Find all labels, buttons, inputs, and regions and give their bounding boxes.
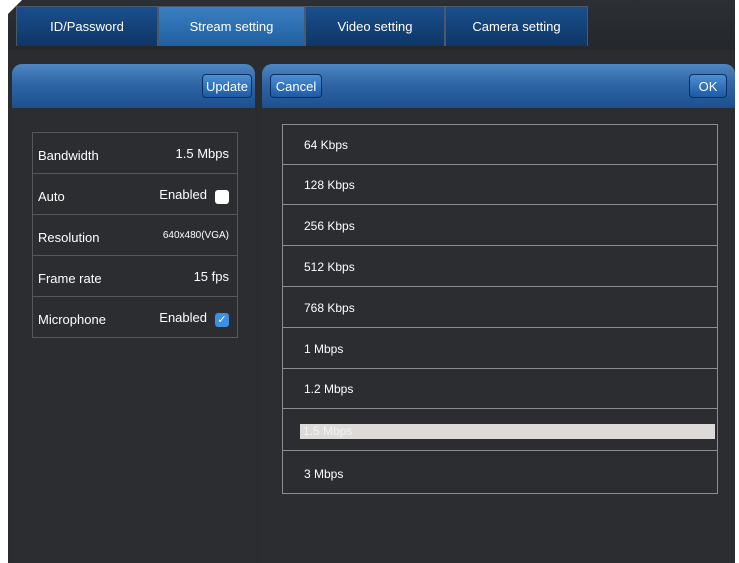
bitrate-option-label: 768 Kbps — [304, 301, 355, 315]
bitrate-option-label: 1 Mbps — [304, 342, 344, 356]
bitrate-option-label: 3 Mbps — [304, 467, 344, 481]
bitrate-option[interactable]: 1.2 Mbps — [283, 369, 717, 409]
bandwidth-label: Bandwidth — [38, 148, 99, 163]
bitrate-option[interactable]: 1 Mbps — [283, 329, 717, 369]
ok-button[interactable]: OK — [689, 74, 727, 98]
frame-rate-row[interactable]: Frame rate 15 fps — [33, 256, 237, 297]
bitrate-option-label: 64 Kbps — [304, 138, 349, 152]
microphone-value: Enabled — [159, 310, 207, 325]
bitrate-option-label: 1.5 Mbps — [303, 424, 353, 438]
bitrate-panel-header: Cancel OK — [262, 64, 735, 108]
bitrate-option[interactable]: 128 Kbps — [283, 165, 717, 205]
auto-value: Enabled — [159, 187, 207, 202]
tab-id-password[interactable]: ID/Password — [16, 6, 158, 46]
bitrate-option[interactable]: 3 Mbps — [283, 454, 717, 494]
bandwidth-value: 1.5 Mbps — [175, 146, 229, 161]
update-button[interactable]: Update — [202, 74, 252, 98]
bitrate-option-selected[interactable]: 1.5 Mbps — [283, 411, 717, 451]
microphone-checkbox[interactable]: ✓ — [215, 313, 229, 327]
selection-highlight — [300, 424, 715, 439]
bitrate-option-label: 128 Kbps — [304, 178, 355, 192]
settings-panel-header: Update — [12, 64, 255, 108]
bandwidth-row[interactable]: Bandwidth 1.5 Mbps — [33, 133, 237, 174]
auto-row: Auto Enabled — [33, 174, 237, 215]
stream-settings-list: Bandwidth 1.5 Mbps Auto Enabled Resoluti… — [32, 132, 238, 338]
frame-rate-value: 15 fps — [193, 269, 229, 284]
resolution-row[interactable]: Resolution 640x480(VGA) — [33, 215, 237, 256]
tab-stream-setting[interactable]: Stream setting — [158, 6, 305, 46]
auto-checkbox[interactable] — [215, 190, 229, 204]
app-frame: ID/Password Stream setting Video setting… — [8, 0, 735, 563]
corner-notch — [0, 0, 22, 22]
microphone-label: Microphone — [38, 312, 106, 327]
bitrate-option-label: 1.2 Mbps — [304, 382, 354, 396]
bitrate-option-label: 256 Kbps — [304, 219, 355, 233]
cancel-button[interactable]: Cancel — [270, 74, 322, 98]
resolution-label: Resolution — [38, 230, 100, 245]
bitrate-option[interactable]: 64 Kbps — [283, 125, 717, 165]
tab-video-setting[interactable]: Video setting — [305, 6, 445, 46]
frame-rate-label: Frame rate — [38, 271, 102, 286]
auto-label: Auto — [38, 189, 65, 204]
microphone-row: Microphone Enabled ✓ — [33, 297, 237, 337]
bitrate-list: 64 Kbps 128 Kbps 256 Kbps 512 Kbps 768 K… — [282, 124, 718, 494]
tab-bar: ID/Password Stream setting Video setting… — [8, 0, 735, 50]
bitrate-option-label: 512 Kbps — [304, 260, 355, 274]
resolution-value: 640x480(VGA) — [162, 230, 229, 241]
checkmark-icon: ✓ — [217, 314, 227, 326]
bitrate-option[interactable]: 512 Kbps — [283, 247, 717, 287]
bitrate-option[interactable]: 768 Kbps — [283, 288, 717, 328]
bitrate-option[interactable]: 256 Kbps — [283, 206, 717, 246]
tab-camera-setting[interactable]: Camera setting — [445, 6, 588, 46]
